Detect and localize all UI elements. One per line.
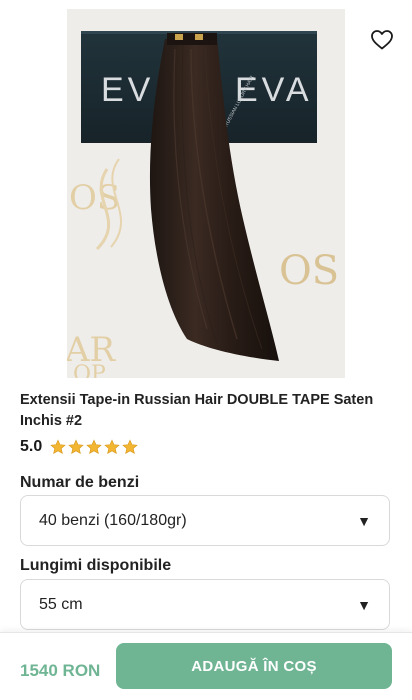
chevron-down-icon: ▼ [357, 596, 371, 613]
star-icon [122, 439, 138, 455]
star-icon [86, 439, 102, 455]
bg-lettering: OP [73, 362, 106, 378]
rating-stars [50, 439, 140, 455]
star-icon [104, 439, 120, 455]
length-label: Lungimi disponibile [20, 557, 172, 574]
strands-select[interactable]: 40 benzi (160/180gr) ▼ [20, 495, 390, 546]
length-select[interactable]: 55 cm ▼ [20, 579, 390, 630]
add-to-cart-bar: 1540 RON ADAUGĂ ÎN COȘ [0, 632, 412, 700]
product-title: Extensii Tape-in Russian Hair DOUBLE TAP… [20, 392, 374, 429]
hair-extension-photo: OS OS AR OP EV EVA RUSSIAN LUXURY HAIR [67, 9, 345, 378]
length-value: 55 cm [39, 595, 83, 613]
product-image[interactable]: OS OS AR OP EV EVA RUSSIAN LUXURY HAIR [67, 9, 345, 378]
strands-label: Numar de benzi [20, 474, 140, 491]
add-to-cart-button[interactable]: ADAUGĂ ÎN COȘ [116, 643, 392, 689]
chevron-down-icon: ▼ [357, 512, 371, 529]
strands-value: 40 benzi (160/180gr) [39, 511, 187, 529]
star-icon [68, 439, 84, 455]
rating: 5.0 [20, 438, 140, 456]
wishlist-button[interactable] [370, 28, 394, 52]
heart-outline-icon [371, 30, 393, 50]
price: 1540 RON [20, 661, 101, 680]
box-brand-left: EV [101, 71, 154, 109]
bg-lettering: OS [279, 248, 339, 294]
star-icon [50, 439, 66, 455]
rating-value: 5.0 [20, 438, 43, 455]
